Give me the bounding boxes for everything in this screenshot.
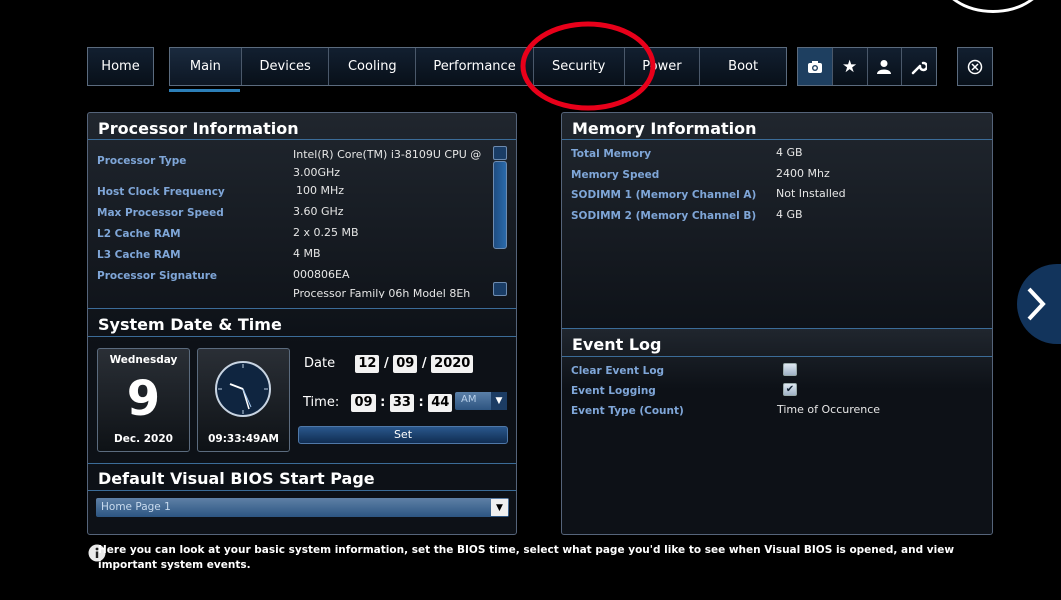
processor-label: Processor Type [97, 155, 187, 167]
exit-button[interactable] [957, 47, 993, 86]
divider [88, 336, 516, 337]
corner-decoration [940, 0, 1046, 13]
date-day-field[interactable]: 09 [393, 355, 418, 373]
memory-value: 2400 Mhz [776, 167, 830, 180]
chevron-down-icon: ▼ [491, 499, 508, 516]
divider [562, 356, 992, 357]
time-second-field[interactable]: 44 [428, 394, 453, 412]
memory-label: SODIMM 2 (Memory Channel B) [571, 210, 757, 222]
processor-scroll-up[interactable] [493, 146, 507, 160]
memory-value: Not Installed [776, 187, 846, 200]
ampm-select[interactable]: AM ▼ [455, 392, 507, 410]
clock-text: 09:33:49AM [208, 433, 279, 445]
processor-value: 3.60 GHz [293, 205, 344, 218]
memory-value: 4 GB [776, 208, 803, 221]
event-type-label: Event Type (Count) [571, 405, 684, 417]
memory-label: SODIMM 1 (Memory Channel A) [571, 189, 757, 201]
processor-value: 000806EA [293, 268, 350, 281]
processor-value: Intel(R) Core(TM) i3-8109U CPU @ 3.00GHz [293, 148, 482, 179]
close-icon [967, 59, 983, 74]
calendar-card: Wednesday 9 Dec. 2020 [97, 348, 190, 452]
processor-title: Processor Information [98, 119, 299, 138]
help-text: Here you can look at your basic system i… [98, 544, 955, 571]
datetime-title: System Date & Time [98, 315, 282, 334]
memory-label: Total Memory [571, 148, 652, 160]
home-button[interactable]: Home [87, 47, 154, 86]
ampm-value: AM [461, 394, 477, 405]
highlight-annotation [520, 21, 656, 111]
tab-main[interactable]: Main [170, 48, 242, 85]
processor-label: Max Processor Speed [97, 207, 224, 219]
startpage-title: Default Visual BIOS Start Page [98, 469, 375, 488]
event-logging-checkbox[interactable]: ✔ [783, 383, 797, 396]
chevron-down-icon: ▼ [491, 392, 507, 410]
clear-event-log-label: Clear Event Log [571, 365, 665, 377]
calendar-day: 9 [126, 371, 161, 427]
startpage-value: Home Page 1 [101, 501, 171, 513]
time-minute-field[interactable]: 33 [389, 394, 414, 412]
wrench-icon[interactable] [902, 48, 936, 85]
calendar-month-year: Dec. 2020 [114, 433, 173, 445]
tab-performance[interactable]: Performance [416, 48, 534, 85]
date-month-field[interactable]: 12 [355, 355, 380, 373]
processor-label: Processor Signature [97, 270, 218, 282]
processor-value: 2 x 0.25 MB [293, 226, 359, 239]
divider [562, 139, 992, 140]
processor-label: Host Clock Frequency [97, 186, 225, 198]
processor-label: L2 Cache RAM [97, 228, 181, 240]
processor-cutoff-clip: Processor Family 06h Model 8Eh [293, 284, 493, 298]
camera-icon[interactable] [798, 48, 833, 85]
processor-value: 4 MB [293, 247, 321, 260]
divider [88, 308, 516, 309]
divider [88, 463, 516, 464]
chevron-right-icon [1027, 287, 1046, 321]
processor-scroll-thumb[interactable] [493, 161, 507, 249]
event-type-value: Time of Occurence [777, 403, 881, 416]
memory-value: 4 GB [776, 146, 803, 159]
divider [88, 490, 516, 491]
user-icon[interactable] [868, 48, 903, 85]
main-tabs: Main Devices Cooling Performance Securit… [169, 47, 787, 86]
memory-title: Memory Information [572, 119, 757, 138]
processor-cutoff: Processor Family 06h Model 8Eh [293, 287, 471, 298]
processor-label: L3 Cache RAM [97, 249, 181, 261]
star-icon[interactable]: ★ [833, 48, 868, 85]
startpage-select[interactable]: Home Page 1 ▼ [96, 498, 509, 517]
date-label: Date [304, 356, 336, 371]
time-hour-field[interactable]: 09 [351, 394, 376, 412]
date-year-field[interactable]: 2020 [431, 355, 474, 373]
divider [88, 139, 516, 140]
memory-label: Memory Speed [571, 169, 660, 181]
time-label: Time: [303, 395, 340, 410]
event-logging-label: Event Logging [571, 385, 656, 397]
processor-value: 100 MHz [296, 184, 345, 197]
clear-event-log-checkbox[interactable] [783, 363, 797, 376]
date-row: Date 12 / 09 / 2020 [304, 355, 474, 373]
set-time-button[interactable]: Set [298, 426, 508, 444]
tab-cooling[interactable]: Cooling [329, 48, 417, 85]
tab-boot[interactable]: Boot [700, 48, 786, 85]
tab-devices[interactable]: Devices [242, 48, 330, 85]
processor-scroll-down[interactable] [493, 282, 507, 296]
clock-face-icon [215, 361, 271, 417]
eventlog-title: Event Log [572, 335, 662, 354]
calendar-weekday: Wednesday [109, 354, 178, 366]
time-row: Time: 09 : 33 : 44 [303, 394, 453, 412]
quick-icons: ★ [797, 47, 937, 86]
clock-card: 09:33:49AM [197, 348, 290, 452]
set-label: Set [393, 428, 413, 441]
active-tab-indicator [169, 89, 240, 92]
